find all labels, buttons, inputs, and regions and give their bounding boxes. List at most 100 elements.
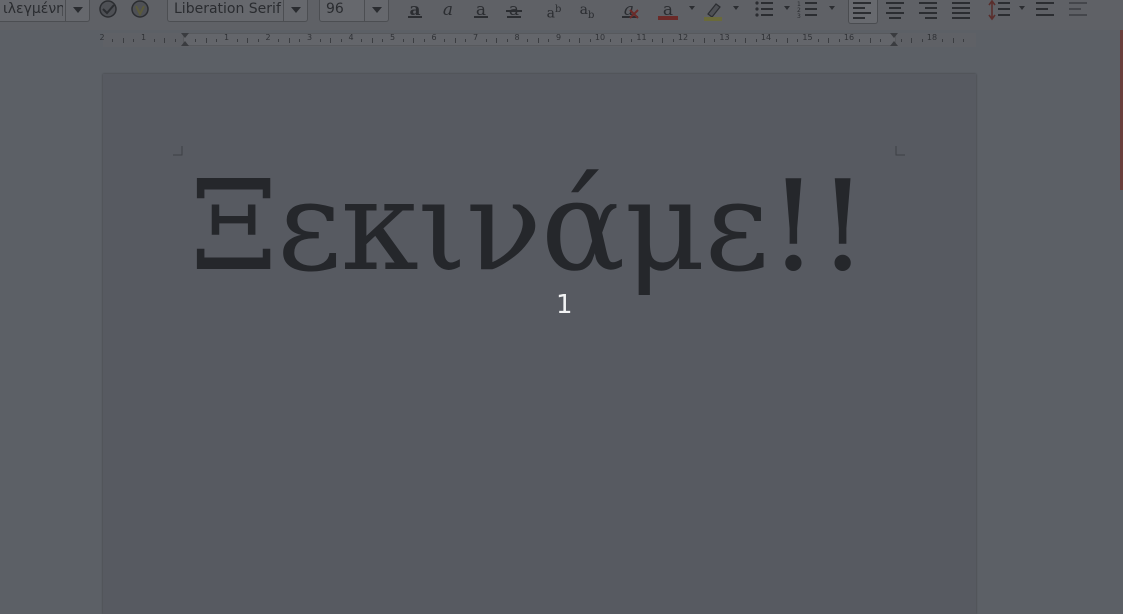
- ruler-tick: [963, 39, 965, 42]
- ruler-tick: [838, 39, 840, 42]
- ruler-tick: [257, 39, 259, 42]
- ruler-tick: [548, 39, 550, 42]
- ruler-tick: [714, 39, 716, 42]
- right-indent-marker[interactable]: [889, 33, 899, 46]
- chevron-down-icon[interactable]: [65, 0, 89, 21]
- ruler-tick: [911, 38, 913, 43]
- ruler-tick: [444, 39, 446, 42]
- ruler-tick: [589, 39, 591, 42]
- line-spacing-icon[interactable]: [988, 0, 1014, 22]
- ruler-label: 3: [306, 33, 313, 42]
- ruler-tick: [776, 39, 778, 42]
- align-right-icon[interactable]: [915, 0, 941, 22]
- ruler-tick: [413, 38, 415, 43]
- ruler-tick: [620, 38, 622, 43]
- ruler-label: 18: [926, 33, 938, 42]
- ruler-tick: [610, 39, 612, 42]
- ruler-label: 10: [594, 33, 606, 42]
- ruler-tick: [236, 39, 238, 42]
- ruler-tick: [755, 39, 757, 42]
- underline-icon[interactable]: a: [468, 0, 494, 22]
- ruler-tick: [817, 39, 819, 42]
- ruler-label: 5: [389, 33, 396, 42]
- ruler-tick: [330, 38, 332, 43]
- ruler-tick: [465, 39, 467, 42]
- ruler-label: 15: [802, 33, 813, 42]
- ruler-tick: [174, 39, 176, 42]
- ruler-text-area: [183, 33, 896, 46]
- ruler-tick: [651, 39, 653, 42]
- chevron-down-icon[interactable]: [283, 0, 307, 21]
- ruler-tick: [527, 39, 529, 42]
- chevron-down-icon[interactable]: [733, 6, 739, 10]
- ruler-label: 6: [431, 33, 437, 42]
- ruler-tick: [319, 39, 321, 42]
- ruler-label: 9: [555, 33, 562, 42]
- strikethrough-icon[interactable]: a: [501, 0, 527, 22]
- ruler-label: 14: [760, 33, 772, 42]
- increase-paragraph-spacing-icon[interactable]: [1033, 0, 1059, 22]
- ruler-tick: [382, 39, 384, 42]
- ruler-tick: [942, 39, 944, 42]
- formatting-toolbar: ιλεγμένη Liberation Serif 96 a a a a ab …: [0, 0, 1123, 30]
- paragraph-style-value: ιλεγμένη: [3, 1, 63, 17]
- ruler-tick: [797, 39, 799, 42]
- ruler-tick: [496, 38, 498, 43]
- font-name-combo[interactable]: Liberation Serif: [167, 0, 308, 22]
- horizontal-ruler[interactable]: 2 1 1 2 3 4 5 6 7 8 9 10 11 12 13 14 15 16 18: [99, 33, 976, 47]
- numbered-list-icon[interactable]: 123: [796, 0, 822, 22]
- ruler-label: 2: [99, 33, 105, 42]
- ruler-tick: [631, 39, 633, 42]
- chevron-down-icon[interactable]: [784, 6, 790, 10]
- align-center-icon[interactable]: [882, 0, 908, 22]
- ruler-tick: [568, 39, 570, 42]
- decrease-paragraph-spacing-icon[interactable]: [1066, 0, 1092, 22]
- ruler-tick: [288, 38, 290, 43]
- document-heading-text[interactable]: Ξεκινάμε!!: [190, 164, 868, 289]
- ruler-label: 8: [514, 33, 520, 42]
- chevron-down-icon[interactable]: [829, 6, 835, 10]
- ruler-tick: [859, 39, 861, 42]
- ruler-tick: [745, 38, 747, 43]
- ruler-tick: [786, 38, 788, 43]
- bullet-list-icon[interactable]: [752, 0, 778, 22]
- svg-text:3: 3: [797, 13, 801, 20]
- ruler-tick: [164, 38, 166, 43]
- justify-icon[interactable]: [948, 0, 974, 22]
- paragraph-style-combo[interactable]: ιλεγμένη: [0, 0, 90, 22]
- ruler-tick: [247, 38, 249, 43]
- ruler-tick: [662, 38, 664, 43]
- ruler-tick: [340, 39, 342, 42]
- chevron-down-icon[interactable]: [364, 0, 388, 21]
- ruler-tick: [579, 38, 581, 43]
- chevron-down-icon[interactable]: [1019, 6, 1025, 10]
- ruler-label: 11: [636, 33, 647, 42]
- font-size-combo[interactable]: 96: [319, 0, 389, 22]
- subscript-icon[interactable]: ab: [574, 0, 600, 22]
- ruler-tick: [371, 38, 373, 43]
- text-boundary-corner-top-left: [173, 146, 183, 156]
- auto-spellcheck-icon[interactable]: [127, 0, 153, 22]
- ruler-tick: [278, 39, 280, 42]
- ruler-tick: [112, 39, 114, 42]
- page-number-overlay: 1: [556, 290, 573, 320]
- superscript-icon[interactable]: ab: [541, 0, 567, 22]
- bold-icon[interactable]: a: [402, 0, 428, 22]
- ruler-tick: [506, 39, 508, 42]
- ruler-tick: [880, 39, 882, 42]
- ruler-tick: [195, 39, 197, 42]
- ruler-tick: [921, 39, 923, 42]
- italic-icon[interactable]: a: [435, 0, 461, 22]
- ruler-label: 1: [223, 33, 230, 42]
- clear-formatting-icon[interactable]: a: [616, 0, 642, 22]
- align-left-icon[interactable]: [850, 0, 876, 22]
- chevron-down-icon[interactable]: [689, 6, 695, 10]
- ruler-label: 1: [140, 33, 147, 42]
- left-indent-marker[interactable]: [180, 33, 190, 46]
- highlight-icon[interactable]: [700, 0, 726, 22]
- font-color-icon[interactable]: a: [655, 0, 681, 22]
- ruler-label: 2: [265, 33, 271, 42]
- spell-check-icon[interactable]: [95, 0, 121, 22]
- document-page[interactable]: Ξεκινάμε!! 1: [103, 74, 976, 614]
- ruler-tick: [900, 39, 902, 42]
